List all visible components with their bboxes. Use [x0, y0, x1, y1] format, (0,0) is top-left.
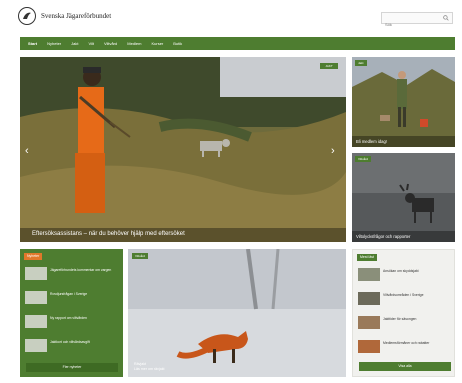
news-thumb	[25, 291, 47, 304]
nav-item-nyheter[interactable]: Nyheter	[47, 41, 61, 46]
site-name[interactable]: Svenska Jägareförbundet	[41, 12, 111, 20]
news-item-1[interactable]: Jägareförbundets kommentar om vargen	[25, 267, 120, 281]
most-read-thumb	[358, 316, 380, 329]
most-read-thumb	[358, 268, 380, 281]
side-card-1-caption-bar: Bli medlem idag!	[352, 136, 455, 147]
most-read-item-text[interactable]: Medlemsförmåner och rabatter	[383, 341, 453, 345]
search-box[interactable]	[381, 12, 453, 30]
most-read-item-text[interactable]: Jakttider för säsongen	[383, 317, 453, 321]
site-header: Svenska Jägareförbundet	[0, 0, 462, 34]
search-icon[interactable]	[443, 15, 449, 21]
hero-slider[interactable]: JAKT ‹ › Eftersöksassistans – när du beh…	[20, 57, 346, 242]
news-item-3[interactable]: Ny rapport om viltvården	[25, 315, 120, 329]
news-item-text[interactable]: Rovdjursfrågan i Sverige	[50, 292, 120, 296]
main-nav: Start Nyheter Jakt Vilt Viltvård Medlem …	[20, 37, 455, 50]
news-item-text[interactable]: Ny rapport om viltvården	[50, 316, 120, 320]
nav-item-start[interactable]: Start	[28, 41, 37, 46]
fox-card-tag: Viltvård	[132, 253, 148, 259]
most-read-box: Mest läst Ansökan om skyddsjakt Viltvård…	[352, 249, 455, 377]
most-read-item-4[interactable]: Medlemsförmåner och rabatter	[358, 340, 453, 354]
hero-category-badge: JAKT	[320, 63, 338, 69]
news-box: Nyheter Jägareförbundets kommentar om va…	[20, 249, 123, 377]
side-card-2-caption[interactable]: Viltolycksfrågor och rapporter	[356, 234, 410, 239]
most-read-thumb	[358, 292, 380, 305]
search-input[interactable]	[382, 19, 440, 30]
most-read-thumb	[358, 340, 380, 353]
hero-next-arrow-icon[interactable]: ›	[331, 145, 335, 157]
most-read-item-2[interactable]: Viltvårdsområden i Sverige	[358, 292, 453, 306]
news-item-text[interactable]: Jägareförbundets kommentar om vargen	[50, 268, 120, 272]
news-thumb	[25, 339, 47, 352]
most-read-item-1[interactable]: Ansökan om skyddsjakt	[358, 268, 453, 282]
nav-item-medlem[interactable]: Medlem	[127, 41, 141, 46]
side-card-2-image	[352, 153, 455, 242]
news-thumb	[25, 315, 47, 328]
nav-item-viltvard[interactable]: Viltvård	[104, 41, 117, 46]
fox-card-caption: Rävjakt Läs mer om rävjakt	[134, 362, 165, 371]
news-item-4[interactable]: Jaktkort och viltvårdsavgift	[25, 339, 120, 353]
most-read-more-button[interactable]: Visa alla	[359, 362, 451, 371]
fox-card[interactable]: Viltvård Rävjakt Läs mer om rävjakt	[128, 249, 346, 377]
page: Svenska Jägareförbundet Start Nyheter Ja…	[0, 0, 462, 383]
side-card-2-tag: Viltvård	[355, 156, 371, 162]
most-read-heading: Mest läst	[357, 254, 378, 261]
news-heading: Nyheter	[24, 253, 43, 260]
nav-item-kurser[interactable]: Kurser	[151, 41, 163, 46]
news-item-text[interactable]: Jaktkort och viltvårdsavgift	[50, 340, 120, 344]
side-card-1-image	[352, 57, 455, 147]
logo-icon[interactable]	[18, 7, 36, 25]
hero-prev-arrow-icon[interactable]: ‹	[25, 145, 29, 157]
fox-image	[128, 249, 346, 377]
most-read-item-3[interactable]: Jakttider för säsongen	[358, 316, 453, 330]
nav-item-vilt[interactable]: Vilt	[88, 41, 93, 46]
news-thumb	[25, 267, 47, 280]
side-card-2[interactable]: Viltvård Viltolycksfrågor och rapporter	[352, 153, 455, 242]
nav-item-butik[interactable]: Butik	[173, 41, 182, 46]
nav-item-jakt[interactable]: Jakt	[71, 41, 78, 46]
hero-caption[interactable]: Eftersöksassistans – när du behöver hjäl…	[32, 231, 185, 237]
side-card-1-tag: Jakt	[355, 60, 367, 66]
fox-card-caption-link[interactable]: Läs mer om rävjakt	[134, 367, 165, 372]
most-read-item-text[interactable]: Viltvårdsområden i Sverige	[383, 293, 453, 297]
side-card-2-caption-bar: Viltolycksfrågor och rapporter	[352, 231, 455, 242]
news-more-button[interactable]: Fler nyheter	[26, 363, 118, 372]
most-read-item-text[interactable]: Ansökan om skyddsjakt	[383, 269, 453, 273]
side-card-1[interactable]: Jakt Bli medlem idag!	[352, 57, 455, 147]
hero-caption-bar: Eftersöksassistans – när du behöver hjäl…	[20, 228, 346, 242]
news-item-2[interactable]: Rovdjursfrågan i Sverige	[25, 291, 120, 305]
hero-image	[20, 57, 346, 242]
side-card-1-caption[interactable]: Bli medlem idag!	[356, 139, 387, 144]
